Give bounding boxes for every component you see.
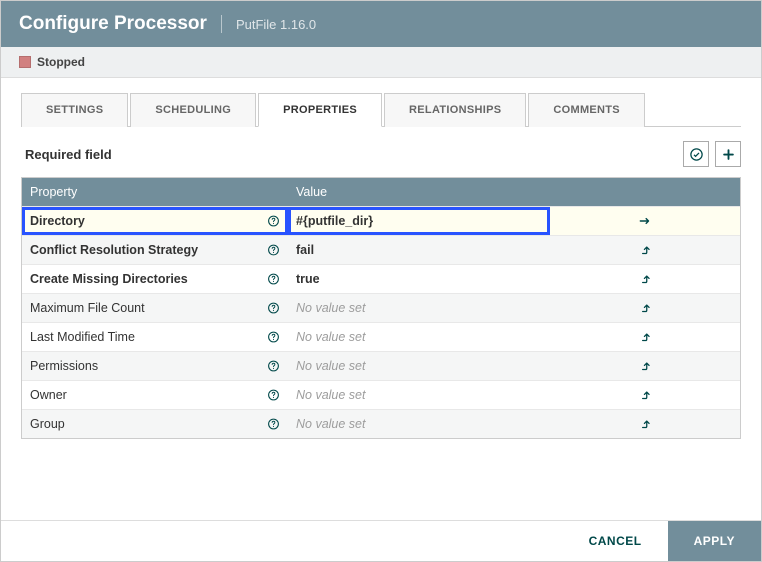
help-icon[interactable] (267, 389, 280, 402)
property-name-cell[interactable]: Directory (22, 207, 288, 235)
property-value-cell[interactable]: true (288, 265, 550, 293)
property-name: Permissions (30, 359, 98, 373)
go-to-icon[interactable] (638, 388, 652, 402)
verify-button[interactable] (683, 141, 709, 167)
row-action-cell (550, 236, 740, 264)
property-name-cell[interactable]: Group (22, 410, 288, 438)
column-header-value[interactable]: Value (288, 178, 550, 206)
dialog-footer: CANCEL APPLY (1, 520, 761, 561)
property-value: No value set (296, 330, 365, 344)
property-name-cell[interactable]: Maximum File Count (22, 294, 288, 322)
table-body: Directory #{putfile_dir} Conflict Resoluti… (22, 206, 740, 438)
required-field-label: Required field (25, 147, 112, 162)
tab-properties[interactable]: PROPERTIES (258, 93, 382, 127)
add-property-button[interactable] (715, 141, 741, 167)
property-name-cell[interactable]: Create Missing Directories (22, 265, 288, 293)
property-value: No value set (296, 388, 365, 402)
table-toolbar (683, 141, 741, 167)
dialog-header: Configure Processor PutFile 1.16.0 (1, 1, 761, 47)
processor-type-version: PutFile 1.16.0 (236, 17, 316, 32)
title-divider (221, 15, 222, 33)
arrow-right-icon[interactable] (638, 214, 652, 228)
status-bar: Stopped (1, 47, 761, 78)
property-name: Directory (30, 214, 85, 228)
cancel-button[interactable]: CANCEL (563, 521, 668, 561)
plus-icon (721, 147, 736, 162)
tab-scheduling[interactable]: SCHEDULING (130, 93, 256, 127)
checkmark-circle-icon (689, 147, 704, 162)
help-icon[interactable] (267, 418, 280, 431)
property-name-cell[interactable]: Last Modified Time (22, 323, 288, 351)
row-action-cell (550, 352, 740, 380)
property-name: Maximum File Count (30, 301, 145, 315)
property-name: Conflict Resolution Strategy (30, 243, 198, 257)
tab-settings[interactable]: SETTINGS (21, 93, 128, 127)
property-name-cell[interactable]: Owner (22, 381, 288, 409)
help-icon[interactable] (267, 331, 280, 344)
help-icon[interactable] (267, 360, 280, 373)
property-value: fail (296, 243, 314, 257)
help-icon[interactable] (267, 244, 280, 257)
table-row[interactable]: Create Missing Directories true (22, 264, 740, 293)
table-row[interactable]: Permissions No value set (22, 351, 740, 380)
table-row[interactable]: Group No value set (22, 409, 740, 438)
column-header-property[interactable]: Property (22, 178, 288, 206)
property-value-cell[interactable]: No value set (288, 352, 550, 380)
table-row[interactable]: Directory #{putfile_dir} (22, 206, 740, 235)
go-to-icon[interactable] (638, 301, 652, 315)
property-value-cell[interactable]: No value set (288, 294, 550, 322)
row-action-cell (550, 294, 740, 322)
help-icon[interactable] (267, 273, 280, 286)
table-header: Property Value (22, 178, 740, 206)
column-header-actions (550, 178, 740, 206)
go-to-icon[interactable] (638, 417, 652, 431)
row-action-cell (550, 381, 740, 409)
property-name-cell[interactable]: Permissions (22, 352, 288, 380)
property-name: Create Missing Directories (30, 272, 188, 286)
property-value: No value set (296, 301, 365, 315)
property-value: true (296, 272, 320, 286)
property-name: Owner (30, 388, 67, 402)
property-value-cell[interactable]: fail (288, 236, 550, 264)
row-action-cell (550, 265, 740, 293)
property-value: No value set (296, 417, 365, 431)
row-action-cell (550, 323, 740, 351)
property-value: No value set (296, 359, 365, 373)
go-to-icon[interactable] (638, 243, 652, 257)
property-value-cell[interactable]: #{putfile_dir} (288, 207, 550, 235)
table-row[interactable]: Maximum File Count No value set (22, 293, 740, 322)
property-name-cell[interactable]: Conflict Resolution Strategy (22, 236, 288, 264)
apply-button[interactable]: APPLY (668, 521, 761, 561)
property-value: #{putfile_dir} (296, 214, 373, 228)
property-value-cell[interactable]: No value set (288, 323, 550, 351)
property-name: Last Modified Time (30, 330, 135, 344)
property-name: Group (30, 417, 65, 431)
properties-table: Property Value Directory #{putfile_dir} Co… (21, 177, 741, 439)
status-text: Stopped (37, 55, 85, 69)
table-row[interactable]: Last Modified Time No value set (22, 322, 740, 351)
row-action-cell (550, 410, 740, 438)
required-row: Required field (21, 127, 741, 177)
property-value-cell[interactable]: No value set (288, 410, 550, 438)
row-action-cell (550, 207, 740, 235)
tab-relationships[interactable]: RELATIONSHIPS (384, 93, 526, 127)
go-to-icon[interactable] (638, 330, 652, 344)
property-value-cell[interactable]: No value set (288, 381, 550, 409)
tab-comments[interactable]: COMMENTS (528, 93, 645, 127)
table-row[interactable]: Conflict Resolution Strategy fail (22, 235, 740, 264)
content-area: SETTINGS SCHEDULING PROPERTIES RELATIONS… (1, 78, 761, 520)
go-to-icon[interactable] (638, 359, 652, 373)
tab-bar: SETTINGS SCHEDULING PROPERTIES RELATIONS… (21, 92, 741, 127)
help-icon[interactable] (267, 302, 280, 315)
stopped-icon (19, 56, 31, 68)
help-icon[interactable] (267, 215, 280, 228)
table-row[interactable]: Owner No value set (22, 380, 740, 409)
dialog-title: Configure Processor (19, 13, 207, 35)
go-to-icon[interactable] (638, 272, 652, 286)
